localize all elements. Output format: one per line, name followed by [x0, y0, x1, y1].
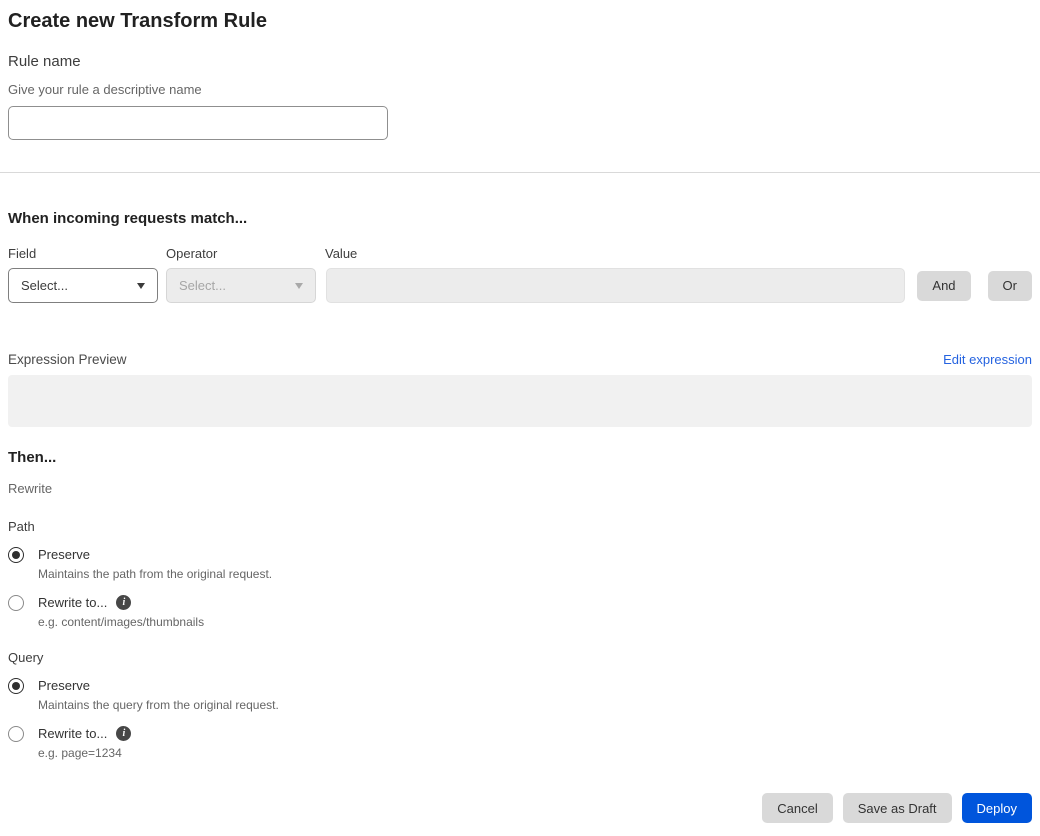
query-preserve-label: Preserve — [38, 678, 91, 693]
chevron-down-icon — [295, 282, 303, 289]
path-preserve-label: Preserve — [38, 547, 91, 562]
query-rewrite-option: Rewrite to... i e.g. page=1234 — [8, 725, 1032, 761]
query-preserve-helper: Maintains the query from the original re… — [38, 698, 279, 712]
cancel-button[interactable]: Cancel — [762, 793, 833, 823]
query-preserve-head: Preserve — [8, 677, 1032, 694]
path-preserve-option: Preserve Maintains the path from the ori… — [8, 546, 1032, 582]
query-group: Query Preserve Maintains the query from … — [8, 649, 1032, 761]
save-as-draft-button[interactable]: Save as Draft — [842, 793, 952, 823]
field-label: Field — [8, 246, 37, 261]
edit-expression-link[interactable]: Edit expression — [943, 352, 1032, 367]
create-transform-rule-form: Create new Transform Rule Rule name Give… — [0, 0, 1040, 836]
match-controls-row: Select... Select... And Or — [8, 268, 1032, 303]
field-select[interactable]: Select... — [8, 268, 158, 303]
value-input[interactable] — [326, 268, 906, 303]
match-column-labels: Field Operator Value — [8, 245, 1032, 263]
query-preserve-option: Preserve Maintains the query from the or… — [8, 677, 1032, 713]
or-button[interactable]: Or — [987, 270, 1032, 301]
operator-label: Operator — [166, 246, 218, 261]
value-label: Value — [325, 246, 358, 261]
query-rewrite-label: Rewrite to... — [38, 726, 108, 741]
page-title: Create new Transform Rule — [8, 10, 267, 32]
operator-select-value: Select... — [179, 278, 226, 293]
chevron-down-icon — [137, 282, 145, 289]
rule-name-input[interactable] — [8, 106, 388, 140]
rule-name-label: Rule name — [8, 53, 81, 70]
expression-header: Expression Preview Edit expression — [8, 352, 1032, 367]
rule-name-helper: Give your rule a descriptive name — [8, 82, 202, 97]
rewrite-action-label: Rewrite — [8, 481, 53, 496]
path-preserve-helper: Maintains the path from the original req… — [38, 567, 273, 581]
expression-preview-box — [8, 375, 1032, 427]
and-button[interactable]: And — [917, 270, 971, 301]
path-label: Path — [8, 519, 35, 534]
section-divider — [0, 172, 1040, 173]
footer-actions: Cancel Save as Draft Deploy — [8, 793, 1032, 823]
path-rewrite-helper: e.g. content/images/thumbnails — [38, 615, 205, 629]
info-icon[interactable]: i — [116, 726, 132, 741]
match-heading: When incoming requests match... — [8, 210, 248, 227]
path-preserve-radio[interactable] — [8, 546, 24, 563]
path-preserve-head: Preserve — [8, 546, 1032, 563]
query-label: Query — [8, 650, 44, 665]
field-select-value: Select... — [21, 278, 68, 293]
deploy-button[interactable]: Deploy — [961, 793, 1032, 823]
path-rewrite-option: Rewrite to... i e.g. content/images/thum… — [8, 594, 1032, 630]
operator-select[interactable]: Select... — [166, 268, 316, 303]
query-preserve-radio[interactable] — [8, 677, 24, 694]
path-rewrite-head: Rewrite to... i — [8, 594, 1032, 611]
expression-preview-label: Expression Preview — [8, 352, 127, 367]
path-rewrite-radio[interactable] — [8, 594, 24, 611]
path-rewrite-label: Rewrite to... — [38, 595, 108, 610]
query-rewrite-helper: e.g. page=1234 — [38, 746, 122, 760]
query-rewrite-head: Rewrite to... i — [8, 725, 1032, 742]
then-heading: Then... — [8, 449, 57, 466]
path-group: Path Preserve Maintains the path from th… — [8, 518, 1032, 630]
info-icon[interactable]: i — [116, 595, 132, 610]
query-rewrite-radio[interactable] — [8, 725, 24, 742]
